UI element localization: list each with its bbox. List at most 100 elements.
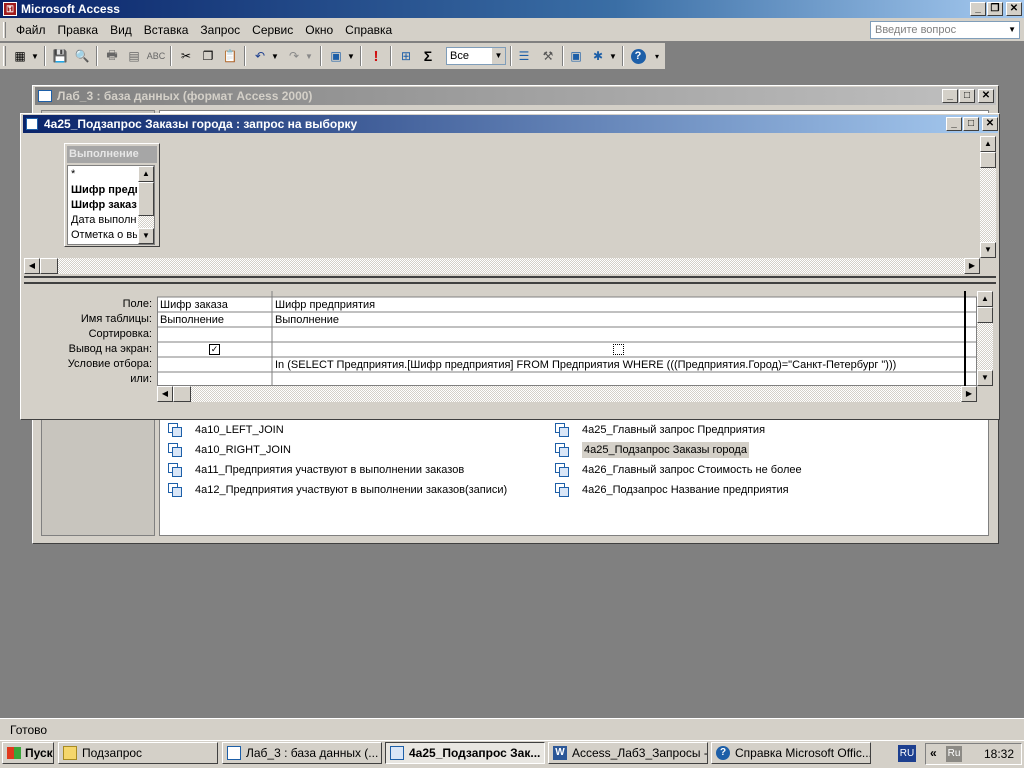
copy-icon[interactable]: ❐ bbox=[198, 46, 218, 66]
menu-tools[interactable]: Сервис bbox=[246, 20, 299, 40]
chevron-down-icon[interactable]: ▼ bbox=[1008, 22, 1016, 38]
file-search-icon[interactable]: 🔍 bbox=[72, 46, 92, 66]
field-item[interactable]: * bbox=[71, 168, 137, 180]
undo-dropdown-icon[interactable]: ▼ bbox=[270, 46, 280, 66]
builder-icon[interactable]: ⚒ bbox=[538, 46, 558, 66]
list-item[interactable]: 4a25_Главный запрос Предприятия bbox=[555, 422, 765, 438]
tray-expand-icon[interactable]: « bbox=[930, 746, 937, 760]
scroll-thumb[interactable] bbox=[173, 386, 191, 402]
scroll-up-icon[interactable]: ▲ bbox=[977, 291, 993, 307]
db-close-button[interactable]: ✕ bbox=[978, 89, 994, 103]
table-pane-hscroll[interactable] bbox=[24, 258, 980, 274]
scroll-thumb[interactable] bbox=[977, 307, 993, 323]
list-item[interactable]: 4a12_Предприятия участвуют в выполнении … bbox=[168, 482, 507, 498]
taskbar-button[interactable]: W Access_Лаб3_Запросы -... bbox=[548, 742, 708, 764]
query-maximize-button[interactable]: □ bbox=[963, 117, 979, 131]
undo-icon[interactable]: ↶ bbox=[250, 46, 270, 66]
toolbar-options-icon[interactable]: ▾ bbox=[652, 46, 662, 66]
scroll-down-icon[interactable]: ▼ bbox=[977, 370, 993, 386]
show-checkbox[interactable]: ✓ bbox=[209, 344, 220, 355]
db-minimize-button[interactable]: _ bbox=[942, 89, 958, 103]
help-question-box[interactable]: Введите вопрос ▼ bbox=[870, 21, 1020, 39]
list-item[interactable]: 4a10_LEFT_JOIN bbox=[168, 422, 284, 438]
field-list-title[interactable]: Выполнение bbox=[67, 146, 157, 163]
scroll-thumb[interactable] bbox=[980, 152, 996, 168]
query-icon bbox=[555, 483, 569, 497]
scroll-down-icon[interactable]: ▼ bbox=[980, 242, 996, 258]
app-restore-button[interactable]: ❐ bbox=[987, 2, 1003, 16]
menu-query[interactable]: Запрос bbox=[194, 20, 246, 40]
scroll-thumb[interactable] bbox=[40, 258, 58, 274]
grid-table-cell[interactable]: Выполнение bbox=[275, 314, 955, 326]
field-item[interactable]: Дата выполн bbox=[71, 214, 137, 226]
list-item[interactable]: 4a26_Главный запрос Стоимость не более bbox=[555, 462, 802, 478]
taskbar-button[interactable]: Лаб_3 : база данных (... bbox=[222, 742, 382, 764]
query-minimize-button[interactable]: _ bbox=[946, 117, 962, 131]
redo-icon[interactable]: ↷ bbox=[284, 46, 304, 66]
new-object-dropdown-icon[interactable]: ▼ bbox=[608, 46, 618, 66]
query-close-button[interactable]: ✕ bbox=[982, 117, 998, 131]
run-icon[interactable]: ! bbox=[366, 46, 386, 66]
list-item[interactable]: 4a26_Подзапрос Название предприятия bbox=[555, 482, 789, 498]
grid-field-cell[interactable]: Шифр заказа bbox=[160, 299, 270, 311]
cut-icon[interactable]: ✂ bbox=[176, 46, 196, 66]
paste-icon[interactable]: 📋 bbox=[220, 46, 240, 66]
taskbar-button-active[interactable]: 4a25_Подзапрос Зак... bbox=[385, 742, 545, 764]
menu-insert[interactable]: Вставка bbox=[138, 20, 195, 40]
scroll-up-icon[interactable]: ▲ bbox=[138, 166, 154, 182]
app-close-button[interactable]: ✕ bbox=[1006, 2, 1022, 16]
list-item-selected[interactable]: 4a25_Подзапрос Заказы города bbox=[555, 442, 749, 458]
properties-icon[interactable]: ☰ bbox=[514, 46, 534, 66]
tray-language[interactable]: Ru bbox=[946, 746, 962, 762]
show-table-icon[interactable]: ⊞ bbox=[396, 46, 416, 66]
app-title-bar[interactable]: ⚿ Microsoft Access bbox=[0, 0, 1024, 18]
start-button[interactable]: Пуск bbox=[2, 742, 54, 764]
language-indicator[interactable]: RU bbox=[898, 745, 916, 762]
grid-table-cell[interactable]: Выполнение bbox=[160, 314, 270, 326]
scroll-right-icon[interactable]: ▶ bbox=[964, 258, 980, 274]
grid-criteria-cell[interactable]: In (SELECT Предприятия.[Шифр предприятия… bbox=[275, 359, 965, 371]
scroll-up-icon[interactable]: ▲ bbox=[980, 136, 996, 152]
view-mode-icon[interactable]: ▦ bbox=[10, 46, 30, 66]
redo-dropdown-icon[interactable]: ▼ bbox=[304, 46, 314, 66]
menu-file[interactable]: Файл bbox=[10, 20, 52, 40]
scroll-thumb[interactable] bbox=[138, 182, 154, 216]
taskbar-button[interactable]: ? Справка Microsoft Offic... bbox=[711, 742, 871, 764]
app-minimize-button[interactable]: _ bbox=[970, 2, 986, 16]
pane-splitter[interactable] bbox=[24, 276, 996, 284]
new-object-icon[interactable]: ✱ bbox=[588, 46, 608, 66]
print-icon[interactable]: 🖶 bbox=[102, 46, 122, 66]
taskbar-button[interactable]: Подзапрос bbox=[58, 742, 218, 764]
save-icon[interactable]: 💾 bbox=[50, 46, 70, 66]
spelling-icon[interactable]: ABC bbox=[146, 46, 166, 66]
menu-view[interactable]: Вид bbox=[104, 20, 138, 40]
list-item[interactable]: 4a10_RIGHT_JOIN bbox=[168, 442, 291, 458]
menu-edit[interactable]: Правка bbox=[52, 20, 105, 40]
db-maximize-button[interactable]: □ bbox=[959, 89, 975, 103]
chevron-down-icon[interactable]: ▼ bbox=[492, 48, 505, 64]
query-type-dropdown-icon[interactable]: ▼ bbox=[346, 46, 356, 66]
scroll-right-icon[interactable]: ▶ bbox=[961, 386, 977, 402]
menu-help[interactable]: Справка bbox=[339, 20, 398, 40]
clock[interactable]: 18:32 bbox=[984, 747, 1014, 761]
list-item[interactable]: 4a11_Предприятия участвуют в выполнении … bbox=[168, 462, 464, 478]
field-item[interactable]: Шифр предп bbox=[71, 184, 137, 196]
field-item[interactable]: Отметка о вы bbox=[71, 229, 137, 241]
grid-hscroll[interactable] bbox=[157, 386, 977, 402]
grid-field-cell[interactable]: Шифр предприятия bbox=[275, 299, 955, 311]
help-icon[interactable]: ? bbox=[628, 46, 648, 66]
database-window-icon[interactable]: ▣ bbox=[566, 46, 586, 66]
print-preview-icon[interactable]: ▤ bbox=[124, 46, 144, 66]
database-window-title-bar[interactable]: Лаб_3 : база данных (формат Access 2000) bbox=[35, 87, 996, 105]
query-type-icon[interactable]: ▣ bbox=[326, 46, 346, 66]
totals-sigma-icon[interactable]: Σ bbox=[418, 46, 438, 66]
query-window-title-bar[interactable]: 4a25_Подзапрос Заказы города : запрос на… bbox=[23, 115, 998, 133]
show-checkbox[interactable] bbox=[613, 344, 624, 355]
top-values-select[interactable]: Все ▼ bbox=[446, 47, 506, 65]
scroll-left-icon[interactable]: ◀ bbox=[24, 258, 40, 274]
menu-window[interactable]: Окно bbox=[299, 20, 339, 40]
field-item[interactable]: Шифр заказа bbox=[71, 199, 137, 211]
scroll-left-icon[interactable]: ◀ bbox=[157, 386, 173, 402]
view-dropdown-icon[interactable]: ▼ bbox=[30, 46, 40, 66]
scroll-down-icon[interactable]: ▼ bbox=[138, 228, 154, 244]
